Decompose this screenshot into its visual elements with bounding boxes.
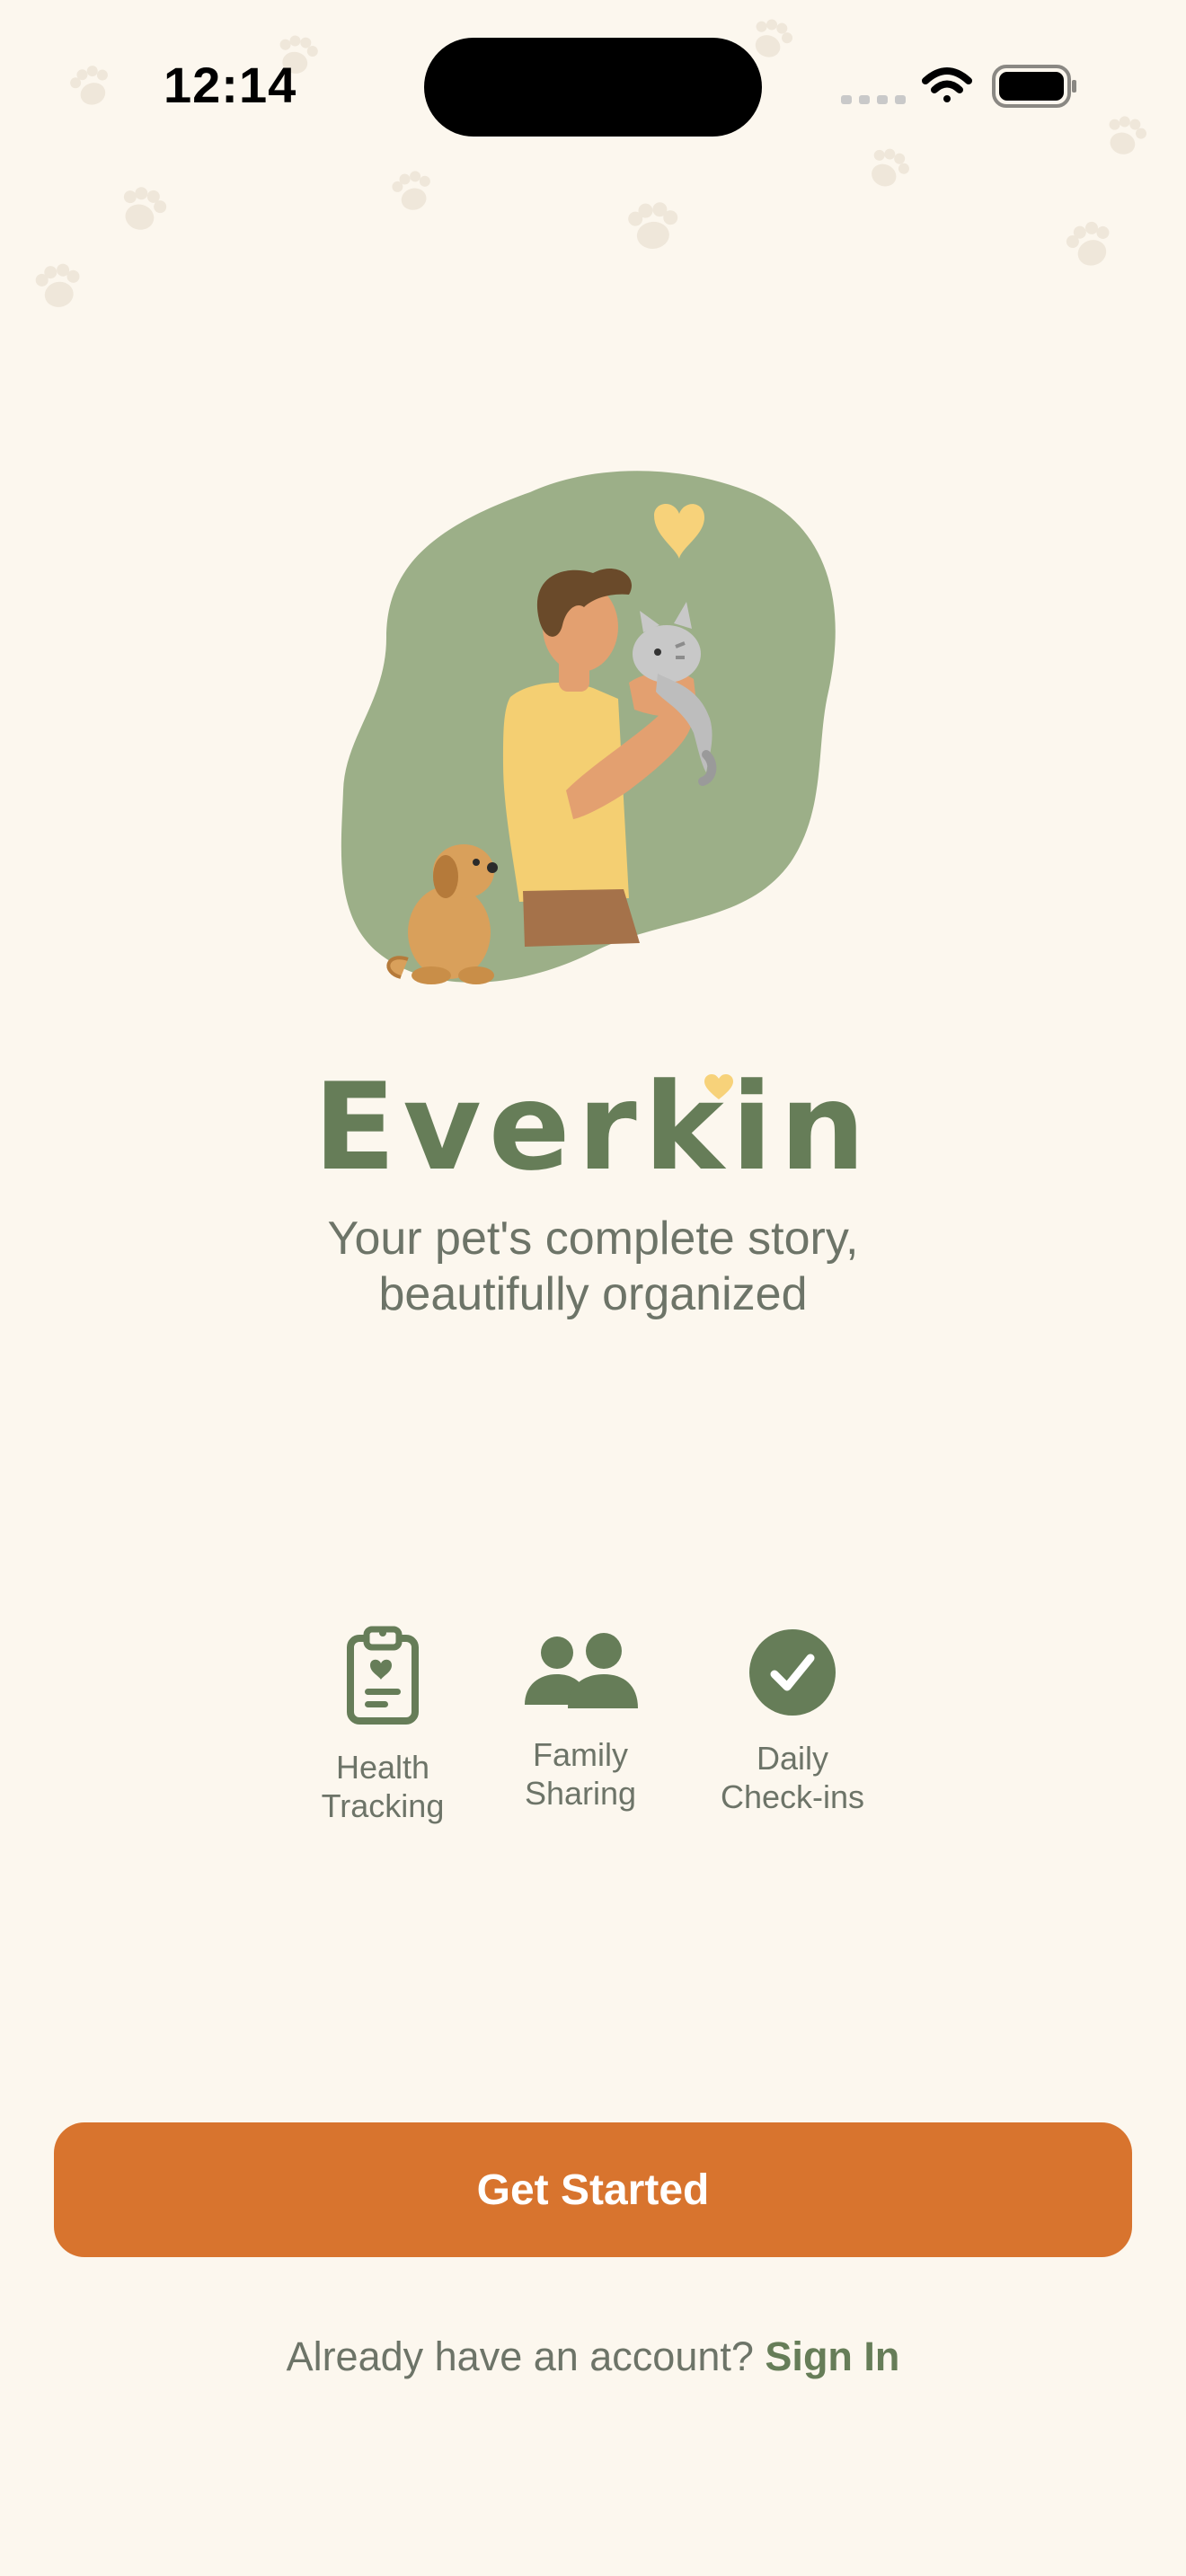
status-time: 12:14 <box>164 57 297 113</box>
hero-illustration <box>341 471 836 984</box>
signin-prompt: Already have an account? <box>286 2333 766 2379</box>
wifi-icon <box>922 67 972 102</box>
feature-family-sharing: Family Sharing <box>473 1631 688 1813</box>
dynamic-island <box>424 38 762 137</box>
people-icon <box>525 1633 638 1708</box>
tagline-line-1: Your pet's complete story, <box>327 1213 859 1265</box>
cellular-signal-icon <box>841 95 906 104</box>
feature-daily-checkins: Daily Check-ins <box>685 1629 900 1816</box>
clipboard-heart-icon <box>347 1626 419 1725</box>
battery-icon <box>992 65 1076 108</box>
app-logo: Everkin <box>313 1057 873 1197</box>
feature-label: Health Tracking <box>321 1749 445 1824</box>
sign-in-link[interactable]: Sign In <box>765 2333 899 2379</box>
get-started-button[interactable]: Get Started <box>54 2122 1132 2257</box>
tagline-line-2: beautifully organized <box>378 1268 808 1320</box>
feature-health-tracking: Health Tracking <box>275 1624 491 1825</box>
status-indicators <box>841 65 1076 108</box>
tagline: Your pet's complete story, beautifully o… <box>0 1211 1186 1322</box>
check-circle-icon <box>749 1629 836 1716</box>
feature-label: Family Sharing <box>524 1736 637 1812</box>
feature-label: Daily Check-ins <box>720 1740 865 1815</box>
signin-row: Already have an account? Sign In <box>0 2333 1186 2380</box>
logo-heart-icon <box>704 1074 733 1099</box>
welcome-screen: 12:14 Everkin Your pet's complete story,… <box>0 0 1186 2576</box>
